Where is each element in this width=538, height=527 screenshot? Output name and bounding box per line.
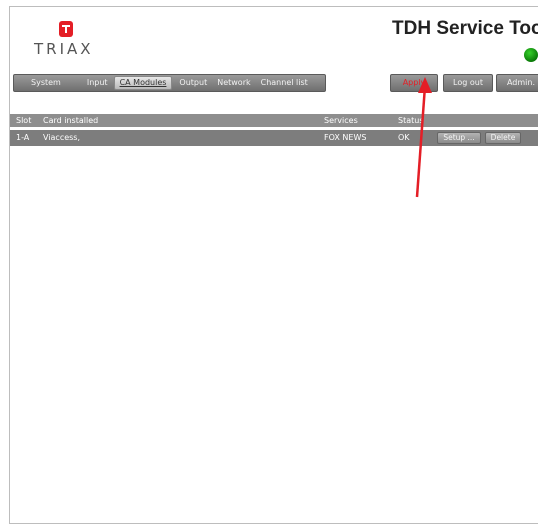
red-arrow-icon: [415, 77, 432, 198]
